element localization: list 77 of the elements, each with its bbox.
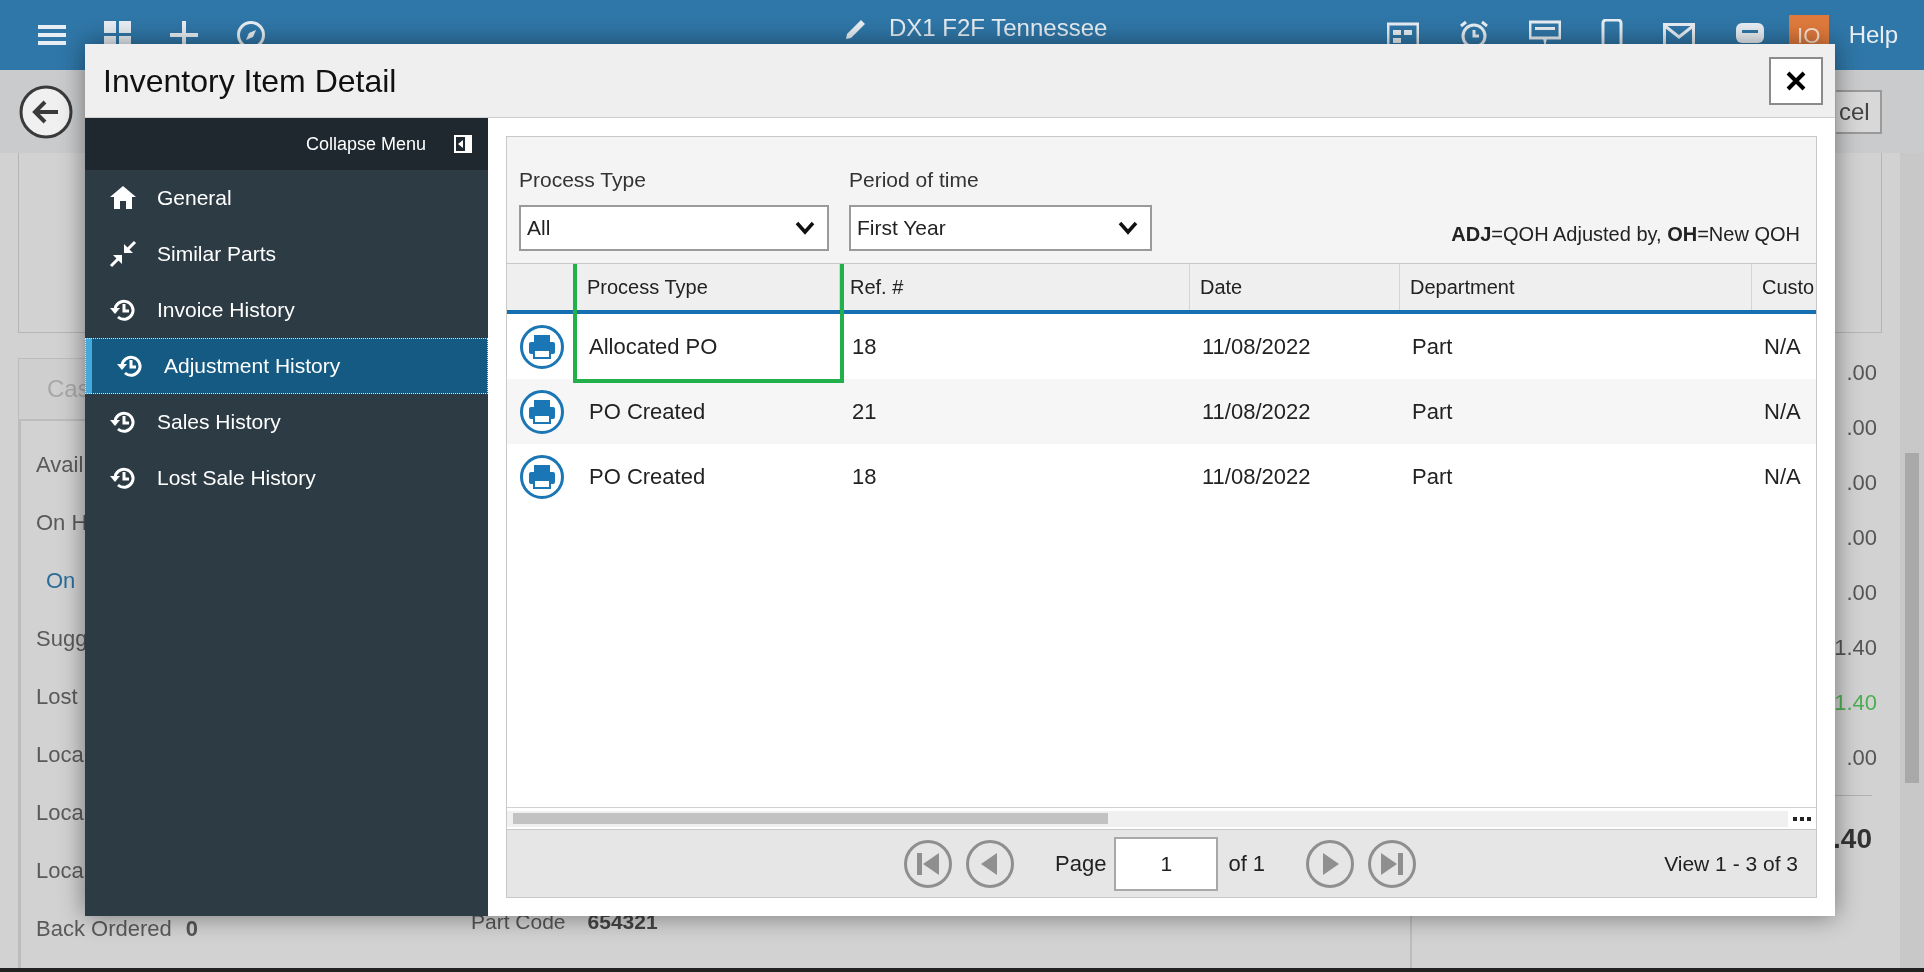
table-cell-text: PO Created: [588, 463, 707, 491]
table-cell-text: 11/08/2022: [1201, 463, 1312, 491]
horizontal-scrollbar[interactable]: [507, 810, 1788, 827]
field-label: Sugg: [36, 624, 88, 653]
page-input[interactable]: 1: [1114, 836, 1219, 891]
amount-value: 1.40: [1834, 689, 1877, 717]
dropdown[interactable]: First Year: [849, 205, 1152, 251]
printer-icon[interactable]: [519, 388, 565, 435]
first-page-icon[interactable]: [903, 838, 953, 889]
table-cell-text: Part: [1411, 398, 1454, 426]
amount-value: .00: [1846, 579, 1877, 607]
menu-item[interactable]: Lost Sale History: [85, 450, 488, 506]
page-label: Page: [1055, 850, 1107, 878]
field-label: Period of time: [849, 166, 980, 193]
scrollbar[interactable]: [1900, 153, 1924, 968]
total-value: .40: [1833, 822, 1872, 856]
table-cell-text: Part: [1411, 463, 1454, 491]
table-cell-text: 18: [851, 463, 878, 491]
field-label: Loca: [36, 740, 84, 769]
previous-page-icon[interactable]: [965, 838, 1015, 889]
legend-text: ADJ=QOH Adjusted by, OH=New QOH: [1451, 222, 1800, 247]
menu-icon[interactable]: [38, 23, 66, 47]
amount-value: .00: [1846, 359, 1877, 387]
column-header[interactable]: Department: [1400, 264, 1752, 310]
amount-value: .00: [1846, 744, 1877, 772]
table-cell-text: 11/08/2022: [1201, 398, 1312, 426]
field-label: Lost: [36, 682, 78, 711]
menu-item[interactable]: General: [85, 170, 488, 226]
menu-item[interactable]: Sales History: [85, 394, 488, 450]
column-header[interactable]: Ref. #: [840, 264, 1190, 310]
chevron-down-icon: [1118, 221, 1138, 235]
last-page-icon[interactable]: [1367, 838, 1418, 889]
printer-icon[interactable]: [519, 453, 565, 500]
table-cell-text: 11/08/2022: [1201, 333, 1312, 361]
collapse-icon[interactable]: [454, 135, 472, 153]
field-label: Loca: [36, 798, 84, 827]
amount-value: .00: [1846, 524, 1877, 552]
amount-value: 1.40: [1834, 634, 1877, 662]
field-label: Avail: [36, 450, 84, 479]
printer-icon[interactable]: [519, 323, 565, 370]
shrink-arrows-icon: [109, 240, 137, 268]
close-icon: [1785, 69, 1807, 92]
table-cell-text: PO Created: [588, 398, 707, 426]
more-icon[interactable]: [1792, 815, 1812, 822]
dropdown[interactable]: All: [519, 205, 829, 251]
field-label: Back Ordered: [36, 914, 172, 943]
field-value: 0: [185, 914, 198, 943]
close-button[interactable]: [1769, 56, 1823, 105]
field-link[interactable]: On: [46, 563, 76, 597]
menu-item[interactable]: Similar Parts: [85, 226, 488, 282]
cancel-button[interactable]: cel: [1836, 90, 1882, 134]
record-count: View 1 - 3 of 3: [1664, 850, 1798, 877]
menu-item[interactable]: Adjustment History: [85, 338, 488, 394]
table-cell-text: N/A: [1763, 333, 1802, 361]
collapse-menu-link[interactable]: Collapse Menu: [305, 130, 426, 158]
field-label: Loca: [36, 856, 84, 885]
table-cell-text: Part: [1411, 333, 1454, 361]
table-cell-text: Allocated PO: [588, 333, 719, 361]
field-label: Process Type: [519, 166, 647, 193]
column-header[interactable]: Process Type: [577, 264, 840, 310]
field-label: Part Code: [471, 909, 566, 935]
menu-item[interactable]: Invoice History: [85, 282, 488, 338]
chevron-down-icon: [795, 221, 815, 235]
table-cell-text: N/A: [1763, 463, 1802, 491]
amount-value: .00: [1846, 469, 1877, 497]
dialog-title: Inventory Item Detail: [103, 61, 397, 101]
page-count: of 1: [1228, 850, 1266, 878]
column-header[interactable]: Custo: [1752, 264, 1816, 310]
help-link[interactable]: Help: [1848, 17, 1898, 53]
table-cell-text: 21: [851, 398, 878, 426]
amount-value: .00: [1846, 414, 1877, 442]
next-page-icon[interactable]: [1305, 838, 1356, 889]
column-header[interactable]: Date: [1190, 264, 1400, 310]
home-icon: [109, 184, 137, 212]
table-cell-text: N/A: [1763, 398, 1802, 426]
table-cell-text: 18: [851, 333, 878, 361]
location-title: DX1 F2F Tennessee: [889, 13, 1108, 43]
